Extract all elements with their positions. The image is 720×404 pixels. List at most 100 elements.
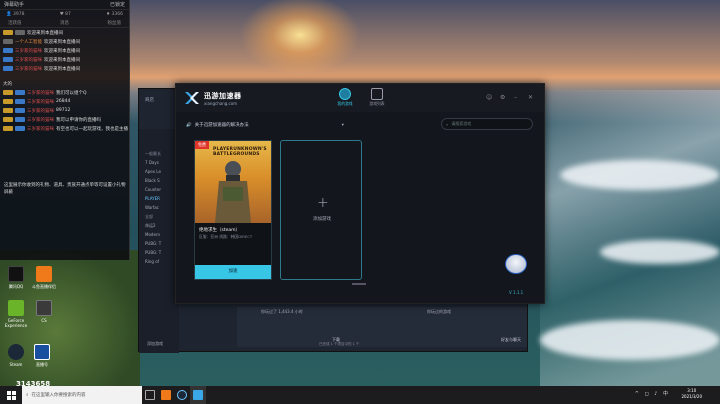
chat-message: 三岁家的猫咪 欢迎来到本直播间 — [0, 46, 129, 55]
search-icon: ⌕ — [26, 393, 29, 398]
steam-game-item[interactable]: PUBG: T — [139, 239, 179, 248]
steam-bottom-bar: 你玩过了 1,443.4 小时 你玩过的游戏 下载 已完成 1 个项目中的 1 … — [237, 307, 527, 347]
danmaku-columns: 活跃值 消息 粉丝值 — [0, 19, 129, 28]
plus-icon: + — [317, 195, 329, 211]
steam-store-label[interactable]: 商店 — [145, 97, 154, 103]
brand-name: 迅游加速器 — [204, 91, 242, 100]
wallpaper-wave — [560, 160, 720, 190]
brand-site: xiangchang.com — [204, 100, 238, 106]
settings-icon[interactable]: ⚙ — [500, 94, 505, 101]
chat-message: 三岁家的猫咪 有空也可以一起玩游戏，我也是主播 — [0, 124, 129, 133]
taskbar-app-accelerator[interactable] — [190, 386, 206, 404]
danmaku-panel: 弹幕助手 已锁定 👤 3978 ♥ 87 ♦ 3366 活跃值 消息 粉丝值 欢… — [0, 0, 130, 260]
steam-icon — [177, 390, 187, 400]
wallpaper-wave — [600, 240, 720, 264]
steam-game-item[interactable]: 7 Days — [139, 158, 179, 167]
close-icon[interactable]: ✕ — [528, 94, 533, 101]
desktop-icon-douyu[interactable]: 斗鱼直播伴侣 — [32, 266, 56, 290]
chat-message: 三岁家的猫咪 欢迎来到本直播间 — [0, 55, 129, 64]
start-button[interactable] — [0, 386, 22, 404]
brand-logo-icon — [184, 91, 200, 105]
tab-game-list[interactable]: 游戏列表 — [362, 88, 392, 107]
viewers-count: 👤 3978 — [6, 12, 25, 17]
task-view-icon — [145, 390, 155, 400]
steam-download-status: 已完成 1 个项目中的 1 个 — [319, 342, 360, 346]
minimize-icon[interactable]: – — [514, 94, 517, 101]
taskbar-app-douyu[interactable] — [158, 386, 174, 404]
notice-bar[interactable]: 🔊 关于迅游加速器的解决办法 ▾ — [186, 122, 344, 129]
danmaku-title: 弹幕助手 — [4, 2, 25, 8]
version-label: V 1.1.1 — [509, 290, 524, 295]
cs-icon — [36, 300, 52, 316]
chevron-down-icon[interactable]: ▾ — [342, 123, 344, 128]
qq-icon — [8, 266, 24, 282]
steam-game-item[interactable]: PLAYER — [139, 194, 179, 203]
add-game-card[interactable]: + 添加游戏 — [280, 140, 362, 280]
desktop-icon-qq[interactable]: 腾讯QQ — [4, 266, 28, 290]
steam-add-game[interactable]: 添加游戏 — [147, 341, 163, 347]
geforce-icon — [8, 300, 24, 316]
taskbar: ⌕ 在这里输入你要搜索的内容 ^ ◻ ♪ 中 3:10 2021/3/20 — [0, 386, 720, 404]
free-badge: 免费 — [195, 141, 209, 149]
steam-game-item[interactable]: Ring of — [139, 257, 179, 266]
steam-icon — [8, 344, 24, 360]
chat-message: 三岁家的猫咪 89712 — [0, 106, 129, 115]
robot-mascot-icon[interactable] — [505, 254, 527, 274]
lock-button[interactable]: 已锁定 — [110, 1, 125, 8]
speaker-icon: 🔊 — [186, 122, 192, 128]
tab-my-games[interactable]: 我的游戏 — [330, 88, 360, 107]
game-name: 绝地求生（steam） — [199, 228, 241, 233]
game-poster: 免费 PLAYERUNKNOWN'S BATTLEGROUNDS — [195, 141, 271, 223]
desktop-icon-stream[interactable]: 直播号 — [30, 344, 54, 368]
taskbar-search[interactable]: ⌕ 在这里输入你要搜索的内容 — [22, 386, 142, 404]
chat-message: 三岁家的猫咪 欢迎来到本直播间 — [0, 64, 129, 73]
desktop-icon-steam[interactable]: Steam — [4, 344, 28, 367]
steam-game-item[interactable]: Modern — [139, 230, 179, 239]
steam-game-item[interactable]: 命运2 — [139, 221, 179, 230]
steam-game-item[interactable]: PUBG: T — [139, 248, 179, 257]
accelerator-icon — [193, 390, 203, 400]
wallpaper-wave — [540, 320, 720, 360]
game-server-info: 区服：亚洲 线路：韩国DIRECT — [199, 234, 253, 239]
accelerate-button[interactable]: 加速 — [195, 265, 271, 279]
soldier-figure — [215, 161, 251, 223]
steam-recent-label: 你玩过的游戏 — [427, 309, 451, 314]
brand-block: 迅游加速器 xiangchang.com — [204, 91, 242, 106]
steam-game-item[interactable]: Black S — [139, 176, 179, 185]
windows-icon — [6, 390, 16, 400]
chat-message: 三岁家的猫咪 26844 — [0, 97, 129, 106]
add-game-label: 添加游戏 — [313, 217, 331, 222]
chat-message: 欢迎来到本直播间 — [0, 28, 129, 37]
steam-group-label: 一般最长 — [145, 151, 161, 156]
chat-message: 三岁家的猫咪 我们可以组个Q — [0, 88, 129, 97]
danmaku-footer: 这里展示你收到的礼物、道具、贵族开通点单等可设置小礼物屏蔽 — [4, 183, 126, 195]
accelerator-window: 迅游加速器 xiangchang.com 我的游戏 游戏列表 ☺ ⚙ – ✕ 🔊… — [175, 83, 545, 304]
taskbar-app-steam[interactable] — [174, 386, 190, 404]
steam-game-item[interactable]: Counter — [139, 185, 179, 194]
page-indicator — [352, 283, 366, 285]
desktop-icon-geforce[interactable]: GeForce Experience — [4, 300, 28, 328]
chat-message: 一个人工智能 欢迎来到本直播间 — [0, 37, 129, 46]
taskbar-app-task-view[interactable] — [142, 386, 158, 404]
chat-label: 大的 — [3, 81, 12, 87]
gifts-count: ♦ 3366 — [106, 12, 123, 17]
steam-game-list: 一般最长 7 Days Apex Le Black S Counter PLAY… — [139, 129, 179, 353]
steam-game-item[interactable]: Warfac — [139, 203, 179, 212]
game-card-pubg[interactable]: 免费 PLAYERUNKNOWN'S BATTLEGROUNDS 绝地求生（st… — [194, 140, 272, 280]
poster-title: PLAYERUNKNOWN'S BATTLEGROUNDS — [213, 147, 267, 157]
danmaku-stats: 👤 3978 ♥ 87 ♦ 3366 — [0, 10, 129, 19]
steam-game-item[interactable]: Apex Le — [139, 167, 179, 176]
taskbar-clock[interactable]: 3:10 2021/3/20 — [681, 388, 702, 400]
gamepad-icon — [371, 88, 383, 100]
search-icon: ⌕ — [446, 121, 449, 127]
steam-played-status: 你玩过了 1,443.4 小时 — [261, 309, 303, 314]
desktop-icon-cs[interactable]: CS — [32, 300, 56, 323]
douyu-icon — [161, 390, 171, 400]
danmaku-title-bar: 弹幕助手 已锁定 — [0, 0, 129, 10]
chat-message: 三岁家的猫咪 我可以申请你的直播吗 — [0, 115, 129, 124]
system-tray[interactable]: ^ ◻ ♪ 中 — [635, 390, 670, 397]
steam-friends-button[interactable]: 好友与聊天 — [501, 337, 521, 343]
notice-text: 关于迅游加速器的解决办法 — [194, 123, 249, 128]
user-icon[interactable]: ☺ — [486, 94, 492, 101]
game-search-input[interactable]: ⌕ 请搜索游戏 — [441, 118, 533, 130]
